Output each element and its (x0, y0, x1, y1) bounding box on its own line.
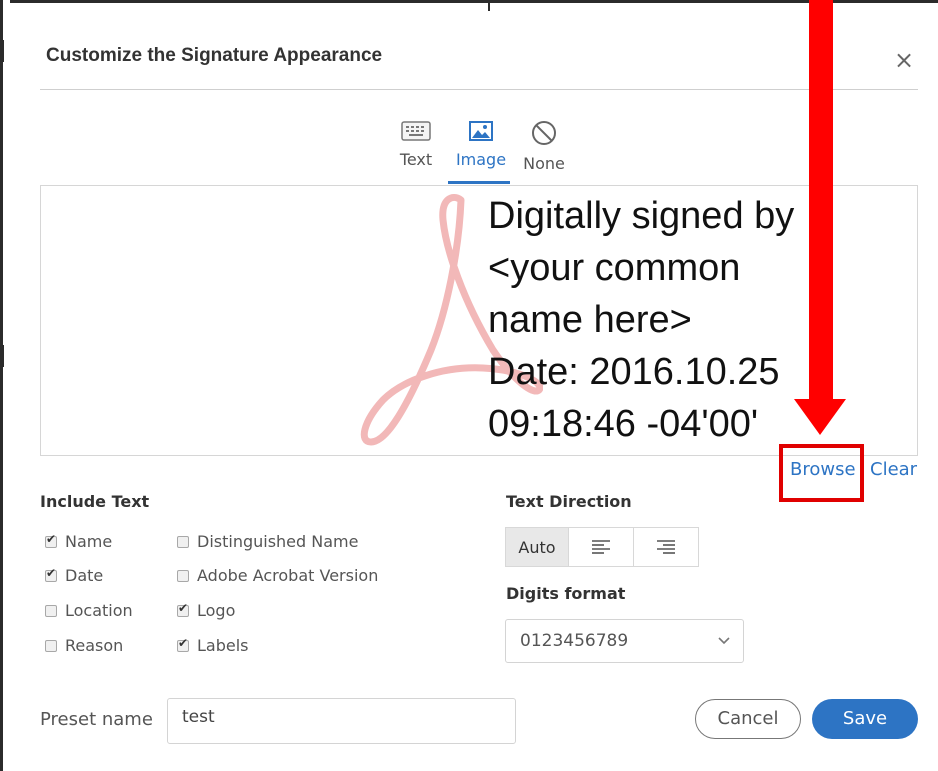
checkbox-label: Date (65, 566, 104, 585)
direction-auto-button[interactable]: Auto (506, 528, 569, 566)
checkbox-labels[interactable]: Labels (177, 636, 249, 655)
checkbox-box[interactable] (45, 566, 57, 582)
checkbox-label: Name (65, 532, 113, 551)
browse-highlight-box (779, 444, 864, 502)
checkbox-label: Location (65, 601, 133, 620)
checkbox-box[interactable] (177, 569, 189, 582)
digits-format-select[interactable]: 0123456789 (505, 619, 744, 663)
checkbox-date[interactable]: Date (45, 566, 103, 585)
checkbox-box[interactable] (45, 639, 57, 652)
checkbox-acrobat-version[interactable]: Adobe Acrobat Version (177, 566, 378, 585)
window-frame-left (0, 0, 10, 771)
checkbox-label: Labels (197, 636, 249, 655)
selected-tab-indicator (448, 181, 510, 184)
checkbox-name[interactable]: Name (45, 532, 112, 551)
keyboard-icon (401, 121, 431, 141)
tab-none[interactable]: None (519, 120, 569, 173)
checkbox-label: Logo (197, 601, 236, 620)
direction-left-button[interactable] (569, 528, 634, 566)
dialog-title: Customize the Signature Appearance (46, 45, 383, 66)
preview-line: 09:18:46 -04'00' (488, 403, 759, 445)
preview-line: Date: 2016.10.25 (488, 351, 780, 393)
checkbox-box[interactable] (177, 601, 189, 617)
direction-right-button[interactable] (634, 528, 698, 566)
checkbox-location[interactable]: Location (45, 601, 133, 620)
window-frame-nub (0, 40, 4, 62)
signature-preview-text: Digitally signed by <your common name he… (488, 190, 794, 450)
tab-text-label: Text (399, 150, 433, 169)
tab-image-label: Image (455, 150, 507, 169)
text-direction-segmented: Auto (505, 527, 699, 567)
align-right-icon (657, 540, 675, 554)
tab-image[interactable]: Image (450, 120, 512, 169)
checkbox-logo[interactable]: Logo (177, 601, 235, 620)
checkbox-label: Reason (65, 636, 124, 655)
signature-appearance-dialog: Customize the Signature Appearance × Tex… (10, 0, 938, 771)
digits-format-label: Digits format (506, 584, 626, 603)
annotation-arrow-head (794, 399, 846, 435)
text-direction-label: Text Direction (506, 492, 632, 511)
save-button[interactable]: Save (812, 699, 918, 739)
no-entry-icon (532, 121, 556, 145)
window-frame-top (0, 0, 938, 11)
preview-line: name here> (488, 299, 692, 341)
window-frame-nub (0, 345, 4, 367)
preset-name-input[interactable]: test (167, 698, 516, 744)
tab-none-label: None (523, 154, 565, 173)
checkbox-distinguished-name[interactable]: Distinguished Name (177, 532, 358, 551)
checkbox-reason[interactable]: Reason (45, 636, 123, 655)
cancel-button[interactable]: Cancel (695, 699, 801, 739)
image-icon (469, 121, 493, 141)
align-left-icon (592, 540, 610, 554)
checkbox-box[interactable] (45, 604, 57, 617)
preset-name-label: Preset name (40, 709, 153, 730)
chevron-down-icon (718, 637, 730, 645)
tab-text[interactable]: Text (398, 120, 434, 169)
checkbox-box[interactable] (177, 535, 189, 548)
clear-link[interactable]: Clear (870, 459, 917, 480)
title-divider (40, 89, 918, 90)
checkbox-label: Distinguished Name (197, 532, 359, 551)
checkbox-box[interactable] (177, 636, 189, 652)
preview-line: <your common (488, 247, 741, 289)
signature-preview: Digitally signed by <your common name he… (40, 185, 918, 456)
digits-format-value: 0123456789 (520, 631, 629, 651)
annotation-arrow-shaft (809, 0, 833, 400)
include-text-label: Include Text (40, 492, 150, 511)
checkbox-label: Adobe Acrobat Version (197, 566, 379, 585)
preview-line: Digitally signed by (488, 195, 795, 237)
close-icon[interactable]: × (892, 48, 916, 73)
checkbox-box[interactable] (45, 532, 57, 548)
